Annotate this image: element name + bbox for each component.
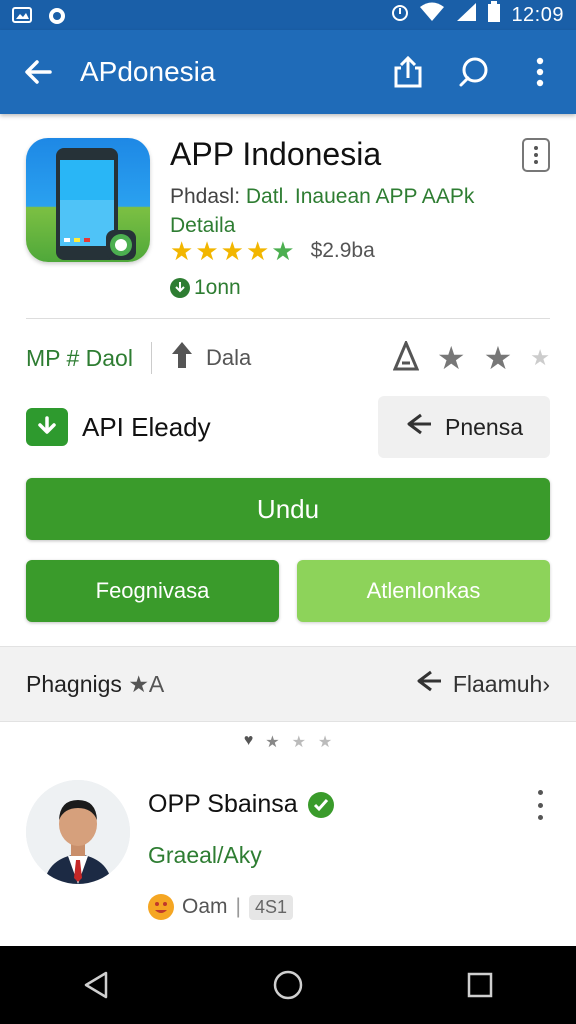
stat-data: Dala <box>170 340 251 376</box>
review-meta: Oam | 4S1 <box>148 894 294 920</box>
ready-row: API Eleady Pnensa <box>26 396 550 458</box>
gallery-icon <box>12 7 32 23</box>
install-button[interactable]: Undu <box>26 478 550 540</box>
app-icon <box>26 138 150 262</box>
star-icon: ★ <box>530 345 550 370</box>
status-time: 12:09 <box>511 3 564 26</box>
star-dot-icon: ★ <box>291 734 306 751</box>
star-icon: ★ <box>195 236 219 266</box>
nav-recents-icon[interactable] <box>460 965 500 1005</box>
star-icon: ★ <box>170 236 194 266</box>
star-dot-icon: ★ <box>265 734 280 751</box>
more-vert-icon[interactable] <box>522 54 558 90</box>
review-more-icon[interactable] <box>534 790 546 820</box>
star-icon: ★ <box>483 340 513 376</box>
section-action[interactable]: Flaamuh› <box>415 669 550 699</box>
nav-back-icon[interactable] <box>76 965 116 1005</box>
app-bar-title: APdonesia <box>80 56 216 87</box>
primary-right-button[interactable]: Atlenlonkas <box>297 560 550 622</box>
divider <box>26 318 550 319</box>
nav-home-icon[interactable] <box>268 965 308 1005</box>
primary-left-button[interactable]: Feognivasa <box>26 560 279 622</box>
status-left <box>12 7 66 24</box>
reviewer-name: OPP Sbainsa <box>148 790 298 818</box>
content-rating-icon <box>392 338 420 376</box>
app-bar-actions <box>390 54 558 90</box>
review-meta-label: Oam <box>182 895 228 918</box>
share-button-label: Pnensa <box>444 413 523 440</box>
verified-icon <box>307 791 334 818</box>
share-icon[interactable] <box>390 54 426 90</box>
app-subtitle: Phdasl: Datl. Inauean APP AAPk Detaila <box>170 182 530 240</box>
review-meta-separator: | <box>235 895 241 918</box>
status-bar: 12:09 <box>0 0 576 30</box>
section-title: Phagnigs ★A <box>26 671 164 698</box>
page-indicator: ♥ ★ ★ ★ <box>0 732 576 752</box>
system-nav-bar <box>0 946 576 1024</box>
review-item: OPP Sbainsa Graeal/Aky Oam | 4S1 <box>0 770 576 946</box>
installs-row: 1onn <box>170 276 241 300</box>
star-dot-icon: ★ <box>317 734 333 751</box>
section-action-label: Flaamuh› <box>452 670 550 697</box>
stat-separator <box>150 342 152 374</box>
search-icon[interactable] <box>456 54 492 90</box>
stat-mp: MP # Daol <box>26 344 133 371</box>
stat-data-label: Dala <box>205 345 252 370</box>
star-icon: ★ <box>220 236 244 266</box>
signal-icon <box>455 2 477 28</box>
stat-icons: ★ ★ ★ <box>392 338 550 377</box>
share-arrow-icon <box>415 669 443 699</box>
star-icon: ★ <box>436 340 466 376</box>
avatar <box>26 780 130 884</box>
ratings-section-header: Phagnigs ★A Flaamuh› <box>0 646 576 722</box>
app-price: $2.9ba <box>310 239 375 262</box>
alarm-icon <box>391 2 409 28</box>
review-subtitle: Graeal/Aky <box>148 842 262 868</box>
developer-label[interactable]: Phdasl: <box>170 185 246 208</box>
reviewer-name-row: OPP Sbainsa <box>148 790 334 819</box>
rating-row: ★ ★ ★ ★ ★ $2.9ba <box>170 238 375 264</box>
heart-icon: ♥ <box>243 732 254 749</box>
star-icon: ★ <box>245 236 270 266</box>
emoji-icon <box>148 894 174 920</box>
app-name: APP Indonesia <box>170 136 382 172</box>
screen: 12:09 APdonesia APP Indonesia Phdasl: Da… <box>0 0 576 1024</box>
download-circle-icon <box>170 278 190 298</box>
section-title-text: Phagnigs <box>26 670 122 697</box>
cloud-icon <box>46 7 66 24</box>
stats-row: MP # Daol Dala ★ ★ ★ <box>26 336 550 380</box>
status-right: 12:09 <box>391 1 564 29</box>
upload-arrow-icon <box>170 340 194 376</box>
share-button[interactable]: Pnensa <box>378 396 550 458</box>
bookmark-more-icon[interactable] <box>522 138 550 172</box>
review-count-badge: 4S1 <box>248 894 294 920</box>
section-title-suffix: ★A <box>128 670 165 697</box>
back-arrow-icon[interactable] <box>18 52 58 92</box>
ready-label: API Eleady <box>82 411 211 442</box>
download-icon <box>26 408 68 446</box>
wifi-icon <box>419 2 445 28</box>
share-arrow-icon <box>405 412 433 442</box>
installs-count: 1onn <box>194 276 241 299</box>
app-bar: APdonesia <box>0 30 576 114</box>
battery-icon <box>487 1 501 29</box>
star-icon: ★ <box>271 236 295 266</box>
